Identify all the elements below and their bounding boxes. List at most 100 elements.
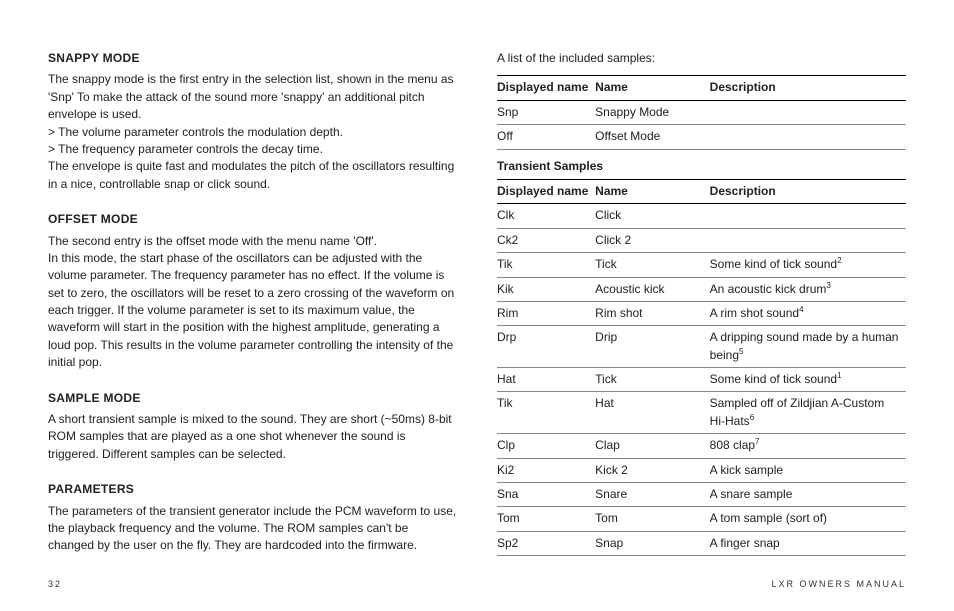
cell-displayed-name: Snp (497, 100, 595, 124)
footnote-ref: 4 (799, 305, 803, 314)
cell-displayed-name: Clk (497, 204, 595, 228)
cell-displayed-name: Tik (497, 392, 595, 434)
section-paragraph: The envelope is quite fast and modulates… (48, 158, 457, 193)
cell-displayed-name: Ki2 (497, 458, 595, 482)
transient-samples-heading: Transient Samples (497, 158, 906, 175)
cell-displayed-name: Sp2 (497, 531, 595, 555)
footer-title: LXR OWNERS MANUAL (771, 578, 906, 591)
cell-name: Offset Mode (595, 125, 710, 149)
section-heading: OFFSET MODE (48, 211, 457, 228)
table-row: RimRim shotA rim shot sound4 (497, 301, 906, 325)
footnote-ref: 5 (739, 347, 743, 356)
section-paragraph: A short transient sample is mixed to the… (48, 411, 457, 463)
cell-displayed-name: Off (497, 125, 595, 149)
section: PARAMETERS The parameters of the transien… (48, 481, 457, 555)
mode-table: Displayed name Name Description SnpSnapp… (497, 75, 906, 149)
table-row: OffOffset Mode (497, 125, 906, 149)
page-footer: 32 LXR OWNERS MANUAL (48, 568, 906, 591)
cell-name: Snap (595, 531, 710, 555)
cell-name: Tick (595, 253, 710, 277)
footnote-ref: 1 (837, 371, 841, 380)
section-paragraph: In this mode, the start phase of the osc… (48, 250, 457, 372)
col-header: Name (595, 179, 710, 203)
table-row: TikHatSampled off of Zildjian A-Custom H… (497, 392, 906, 434)
cell-name: Click (595, 204, 710, 228)
section-heading: SNAPPY MODE (48, 50, 457, 67)
table-row: TomTomA tom sample (sort of) (497, 507, 906, 531)
cell-description: A tom sample (sort of) (710, 507, 906, 531)
footnote-ref: 6 (750, 413, 754, 422)
section-paragraph: The second entry is the offset mode with… (48, 233, 457, 250)
cell-description: A dripping sound made by a human being5 (710, 326, 906, 368)
cell-description (710, 228, 906, 252)
col-header: Displayed name (497, 179, 595, 203)
cell-name: Clap (595, 434, 710, 458)
table-row: KikAcoustic kickAn acoustic kick drum3 (497, 277, 906, 301)
footnote-ref: 7 (755, 437, 759, 446)
cell-description (710, 100, 906, 124)
cell-description (710, 204, 906, 228)
table-row: SnpSnappy Mode (497, 100, 906, 124)
cell-description: Sampled off of Zildjian A-Custom Hi-Hats… (710, 392, 906, 434)
cell-name: Tick (595, 368, 710, 392)
cell-displayed-name: Sna (497, 483, 595, 507)
cell-displayed-name: Drp (497, 326, 595, 368)
table-row: HatTickSome kind of tick sound1 (497, 368, 906, 392)
footnote-ref: 2 (837, 256, 841, 265)
section-paragraph: The snappy mode is the first entry in th… (48, 71, 457, 123)
table-row: DrpDripA dripping sound made by a human … (497, 326, 906, 368)
section-heading: SAMPLE MODE (48, 390, 457, 407)
page: SNAPPY MODE The snappy mode is the first … (0, 0, 954, 611)
content-columns: SNAPPY MODE The snappy mode is the first … (48, 50, 906, 562)
cell-description (710, 125, 906, 149)
cell-description: A snare sample (710, 483, 906, 507)
cell-name: Rim shot (595, 301, 710, 325)
cell-description: An acoustic kick drum3 (710, 277, 906, 301)
cell-name: Snappy Mode (595, 100, 710, 124)
table-row: ClpClap808 clap7 (497, 434, 906, 458)
samples-intro: A list of the included samples: (497, 50, 906, 67)
cell-description: A finger snap (710, 531, 906, 555)
cell-displayed-name: Rim (497, 301, 595, 325)
section: SAMPLE MODE A short transient sample is m… (48, 390, 457, 464)
cell-name: Hat (595, 392, 710, 434)
cell-description: Some kind of tick sound1 (710, 368, 906, 392)
samples-table: Displayed name Name Description ClkClick… (497, 179, 906, 556)
section: OFFSET MODE The second entry is the offse… (48, 211, 457, 372)
cell-name: Acoustic kick (595, 277, 710, 301)
footnote-ref: 3 (826, 281, 830, 290)
table-row: Ki2Kick 2A kick sample (497, 458, 906, 482)
cell-name: Click 2 (595, 228, 710, 252)
section-paragraph: > The volume parameter controls the modu… (48, 124, 457, 141)
col-header: Displayed name (497, 76, 595, 100)
cell-description: Some kind of tick sound2 (710, 253, 906, 277)
table-row: TikTickSome kind of tick sound2 (497, 253, 906, 277)
table-row: Sp2SnapA finger snap (497, 531, 906, 555)
cell-displayed-name: Tom (497, 507, 595, 531)
table-row: Ck2Click 2 (497, 228, 906, 252)
right-column: A list of the included samples: Displaye… (497, 50, 906, 562)
page-number: 32 (48, 578, 62, 591)
cell-displayed-name: Clp (497, 434, 595, 458)
section-paragraph: The parameters of the transient generato… (48, 503, 457, 555)
cell-name: Tom (595, 507, 710, 531)
section-paragraph: > The frequency parameter controls the d… (48, 141, 457, 158)
cell-name: Kick 2 (595, 458, 710, 482)
left-column: SNAPPY MODE The snappy mode is the first … (48, 50, 457, 562)
section: SNAPPY MODE The snappy mode is the first … (48, 50, 457, 193)
cell-displayed-name: Tik (497, 253, 595, 277)
cell-displayed-name: Hat (497, 368, 595, 392)
col-header: Description (710, 76, 906, 100)
cell-displayed-name: Kik (497, 277, 595, 301)
cell-description: 808 clap7 (710, 434, 906, 458)
cell-description: A rim shot sound4 (710, 301, 906, 325)
cell-name: Drip (595, 326, 710, 368)
col-header: Name (595, 76, 710, 100)
cell-description: A kick sample (710, 458, 906, 482)
col-header: Description (710, 179, 906, 203)
table-row: ClkClick (497, 204, 906, 228)
cell-name: Snare (595, 483, 710, 507)
table-row: SnaSnareA snare sample (497, 483, 906, 507)
cell-displayed-name: Ck2 (497, 228, 595, 252)
section-heading: PARAMETERS (48, 481, 457, 498)
